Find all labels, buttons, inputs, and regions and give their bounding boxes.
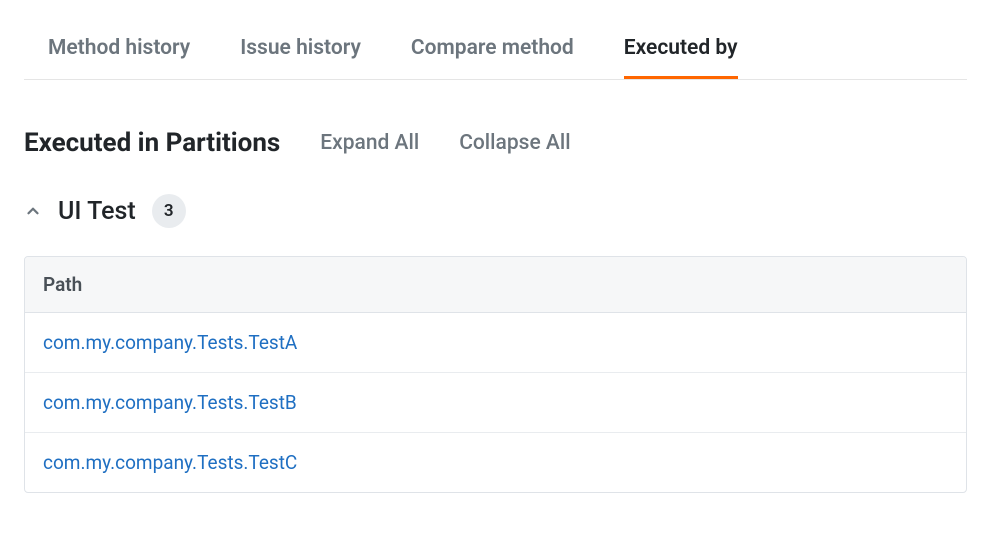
collapse-all-button[interactable]: Collapse All bbox=[459, 131, 570, 155]
partitions-section: Executed in Partitions Expand All Collap… bbox=[24, 128, 967, 493]
column-path-header: Path bbox=[43, 273, 948, 296]
table-header: Path bbox=[25, 257, 966, 313]
partition-toggle[interactable]: UI Test 3 bbox=[24, 194, 967, 228]
path-link[interactable]: com.my.company.Tests.TestB bbox=[43, 391, 297, 414]
path-link[interactable]: com.my.company.Tests.TestC bbox=[43, 451, 297, 474]
table-row: com.my.company.Tests.TestA bbox=[25, 313, 966, 373]
section-title: Executed in Partitions bbox=[24, 128, 280, 158]
tab-executed-by[interactable]: Executed by bbox=[624, 24, 738, 79]
tab-method-history[interactable]: Method history bbox=[48, 24, 190, 79]
partition: UI Test 3 Path com.my.company.Tests.Test… bbox=[24, 194, 967, 493]
path-link[interactable]: com.my.company.Tests.TestA bbox=[43, 331, 297, 354]
chevron-up-icon bbox=[24, 202, 42, 220]
partition-table: Path com.my.company.Tests.TestA com.my.c… bbox=[24, 256, 967, 493]
tab-compare-method[interactable]: Compare method bbox=[411, 24, 574, 79]
tab-bar: Method history Issue history Compare met… bbox=[24, 24, 967, 80]
partition-count-badge: 3 bbox=[152, 194, 186, 228]
expand-all-button[interactable]: Expand All bbox=[320, 131, 419, 155]
tab-issue-history[interactable]: Issue history bbox=[240, 24, 361, 79]
table-row: com.my.company.Tests.TestC bbox=[25, 433, 966, 492]
partition-name: UI Test bbox=[58, 197, 136, 226]
section-header: Executed in Partitions Expand All Collap… bbox=[24, 128, 967, 158]
table-row: com.my.company.Tests.TestB bbox=[25, 373, 966, 433]
